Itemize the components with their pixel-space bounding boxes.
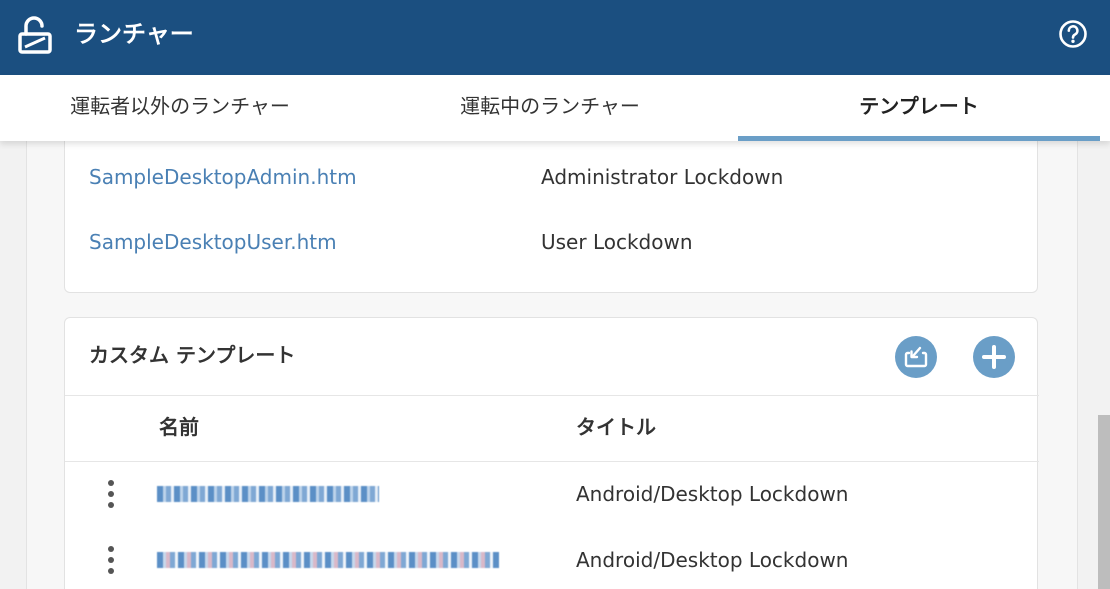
vertical-scrollbar[interactable] — [1098, 415, 1110, 589]
main-content: SampleDesktopAdmin.htm Administrator Loc… — [26, 141, 1078, 589]
tab-non-driving-launchers[interactable]: 運転者以外のランチャー — [0, 75, 360, 141]
table-header: 名前 タイトル — [65, 396, 1039, 462]
table-row: Android/Desktop Lockdown — [65, 528, 1039, 589]
unlocked-padlock-icon — [18, 16, 52, 54]
help-circle-icon[interactable] — [1057, 18, 1089, 50]
template-name-link-redacted[interactable] — [157, 486, 379, 502]
row-menu-button[interactable] — [101, 480, 121, 510]
kebab-dot — [108, 480, 114, 486]
add-template-button[interactable] — [973, 336, 1015, 378]
column-header-name[interactable]: 名前 — [159, 412, 199, 442]
card-title: カスタム テンプレート — [89, 343, 296, 367]
kebab-dot — [108, 491, 114, 497]
template-title: User Lockdown — [541, 230, 693, 254]
import-template-button[interactable] — [895, 336, 937, 378]
template-name-link[interactable]: SampleDesktopAdmin.htm — [89, 157, 357, 197]
kebab-dot — [108, 502, 114, 508]
app-title: ランチャー — [74, 20, 194, 48]
tab-driving-launchers[interactable]: 運転中のランチャー — [370, 75, 730, 141]
kebab-dot — [108, 568, 114, 574]
tab-bar: 運転者以外のランチャー 運転中のランチャー テンプレート — [0, 75, 1110, 141]
plus-icon — [982, 345, 1006, 369]
card-header: カスタム テンプレート — [65, 318, 1039, 396]
kebab-dot — [108, 557, 114, 563]
column-header-title[interactable]: タイトル — [576, 412, 656, 442]
template-title: Administrator Lockdown — [541, 165, 784, 189]
list-item: SampleDesktopAdmin.htm Administrator Loc… — [65, 157, 1039, 197]
template-title: Android/Desktop Lockdown — [576, 482, 849, 506]
row-menu-button[interactable] — [101, 546, 121, 576]
builtin-templates-card: SampleDesktopAdmin.htm Administrator Loc… — [64, 141, 1038, 293]
app-header: ランチャー — [0, 0, 1110, 75]
template-name-link-redacted[interactable] — [157, 552, 499, 568]
template-title: Android/Desktop Lockdown — [576, 548, 849, 572]
import-icon — [904, 346, 928, 368]
custom-templates-card: カスタム テンプレート 名前 タイトル Android/Desktop Lock… — [64, 317, 1039, 589]
table-row: Android/Desktop Lockdown — [65, 462, 1039, 526]
template-name-link[interactable]: SampleDesktopUser.htm — [89, 222, 337, 262]
kebab-dot — [108, 546, 114, 552]
tab-templates[interactable]: テンプレート — [738, 75, 1100, 141]
list-item: SampleDesktopUser.htm User Lockdown — [65, 222, 1039, 262]
